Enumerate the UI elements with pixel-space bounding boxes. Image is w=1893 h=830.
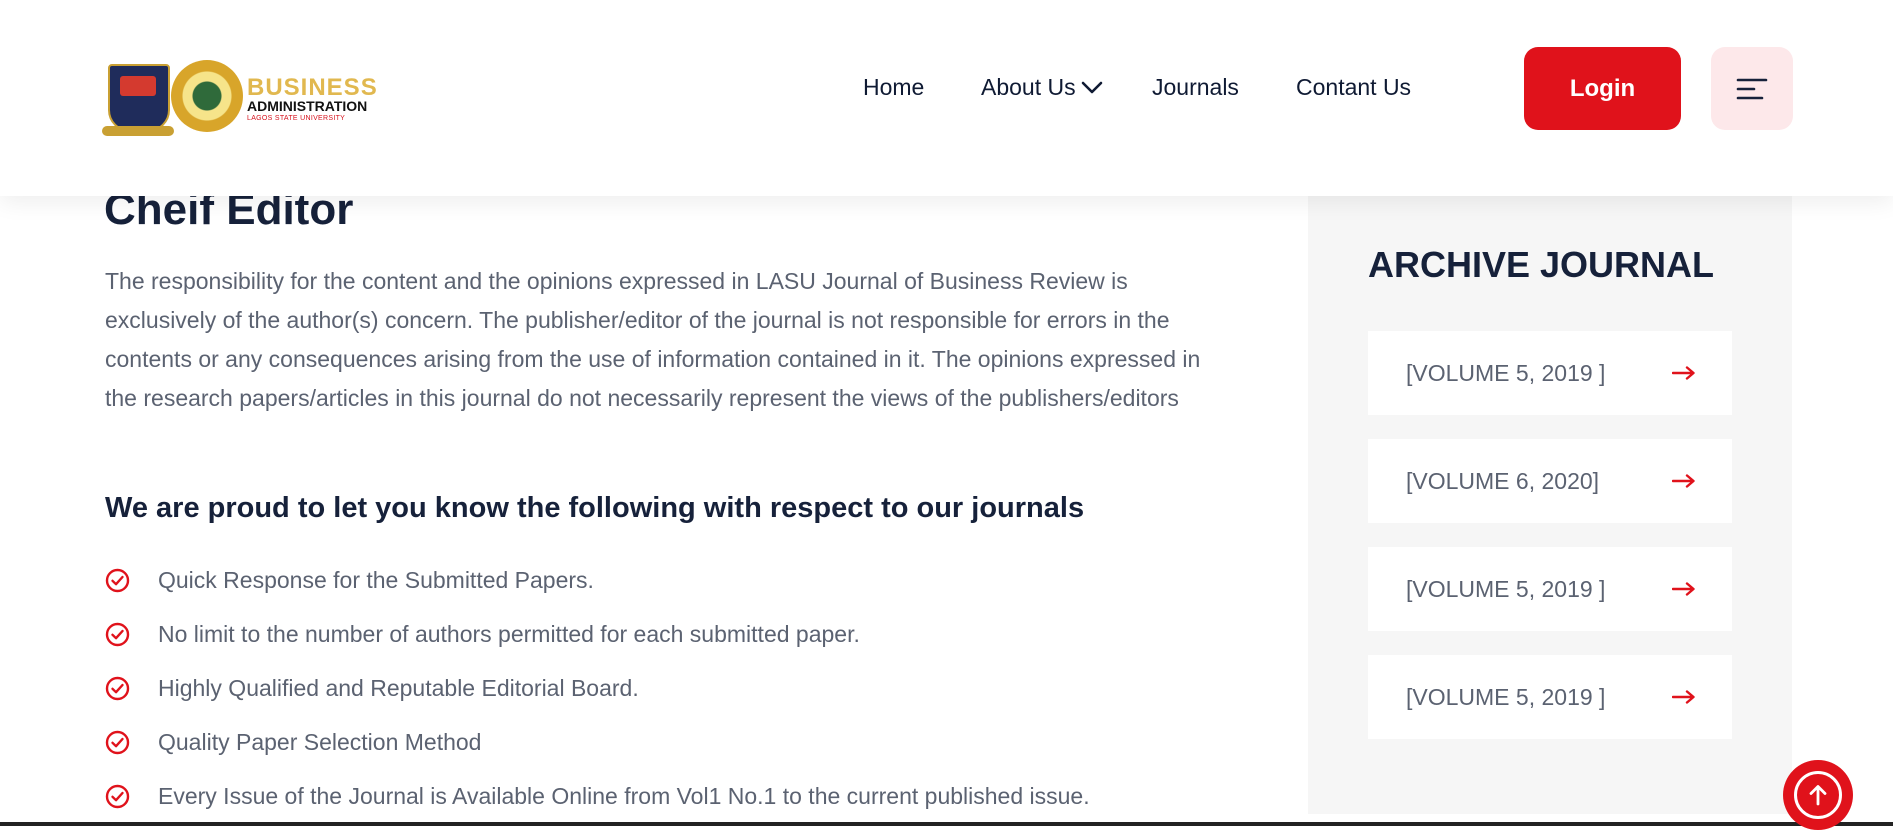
feature-text: Highly Qualified and Reputable Editorial… (158, 674, 639, 701)
window-bottom-edge (0, 822, 1893, 826)
faculty-seal-icon (171, 60, 243, 132)
list-item: Quick Response for the Submitted Papers. (105, 553, 1090, 607)
nav-contact-us[interactable]: Contant Us (1296, 74, 1411, 101)
archive-volume-link[interactable]: [VOLUME 6, 2020] (1368, 439, 1732, 523)
login-button[interactable]: Login (1524, 47, 1681, 130)
feature-text: Quick Response for the Submitted Papers. (158, 566, 594, 593)
list-item: No limit to the number of authors permit… (105, 607, 1090, 661)
feature-text: No limit to the number of authors permit… (158, 620, 860, 647)
site-logo[interactable]: BUSINESS ADMINISTRATION LAGOS STATE UNIV… (102, 58, 380, 136)
list-item: Highly Qualified and Reputable Editorial… (105, 661, 1090, 715)
features-heading: We are proud to let you know the followi… (105, 492, 1085, 524)
nav-about-us-label: About Us (981, 74, 1076, 100)
scroll-to-top-ring (1794, 771, 1842, 819)
arrow-right-icon (1672, 474, 1696, 488)
hamburger-icon (1736, 78, 1768, 99)
check-circle-icon (105, 676, 130, 701)
logo-text-university: LAGOS STATE UNIVERSITY (247, 115, 346, 122)
check-circle-icon (105, 568, 130, 593)
university-crest-icon (102, 64, 174, 136)
feature-text: Quality Paper Selection Method (158, 728, 482, 755)
disclaimer-paragraph: The responsibility for the content and t… (105, 268, 1201, 411)
nav-home[interactable]: Home (863, 74, 924, 101)
check-circle-icon (105, 622, 130, 647)
volume-label: [VOLUME 5, 2019 ] (1406, 575, 1606, 602)
menu-toggle-button[interactable] (1711, 47, 1793, 130)
chevron-down-icon (1081, 81, 1102, 93)
archive-volume-link[interactable]: [VOLUME 5, 2019 ] (1368, 331, 1732, 415)
check-circle-icon (105, 730, 130, 755)
volume-label: [VOLUME 5, 2019 ] (1406, 683, 1606, 710)
logo-text-administration: ADMINISTRATION (247, 98, 368, 114)
nav-about-us[interactable]: About Us (981, 74, 1103, 101)
check-circle-icon (105, 784, 130, 809)
scroll-to-top-button[interactable] (1783, 760, 1853, 830)
list-item: Every Issue of the Journal is Available … (105, 769, 1090, 823)
arrow-right-icon (1672, 690, 1696, 704)
archive-volume-link[interactable]: [VOLUME 5, 2019 ] (1368, 655, 1732, 739)
volume-label: [VOLUME 5, 2019 ] (1406, 359, 1606, 386)
archive-volume-link[interactable]: [VOLUME 5, 2019 ] (1368, 547, 1732, 631)
archive-journal-title: ARCHIVE JOURNAL (1368, 244, 1715, 285)
arrow-right-icon (1672, 366, 1696, 380)
nav-journals[interactable]: Journals (1152, 74, 1239, 101)
site-header: BUSINESS ADMINISTRATION LAGOS STATE UNIV… (0, 0, 1893, 196)
arrow-up-icon (1809, 785, 1827, 806)
volume-label: [VOLUME 6, 2020] (1406, 467, 1600, 494)
features-list: Quick Response for the Submitted Papers.… (105, 553, 1090, 823)
arrow-right-icon (1672, 582, 1696, 596)
list-item: Quality Paper Selection Method (105, 715, 1090, 769)
archive-sidebar: ARCHIVE JOURNAL [VOLUME 5, 2019 ] [VOLUM… (1308, 180, 1792, 814)
feature-text: Every Issue of the Journal is Available … (158, 782, 1090, 809)
